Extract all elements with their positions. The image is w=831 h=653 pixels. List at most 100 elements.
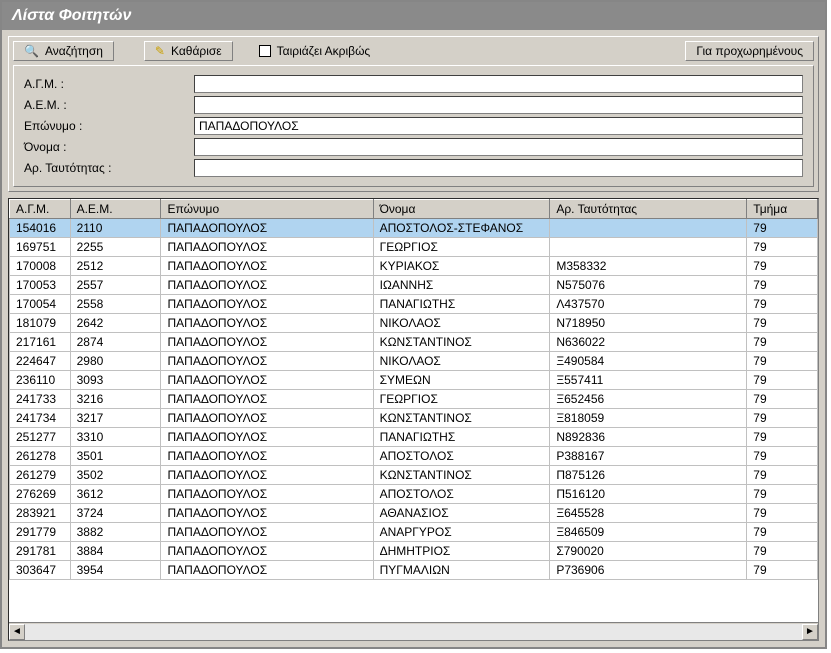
cell-onoma: ΓΕΩΡΓΙΟΣ — [373, 238, 550, 257]
table-row[interactable]: 2839213724ΠΑΠΑΔΟΠΟΥΛΟΣΑΘΑΝΑΣΙΟΣΞ64552879 — [10, 504, 818, 523]
table-row[interactable]: 2361103093ΠΑΠΑΔΟΠΟΥΛΟΣΣΥΜΕΩΝΞ55741179 — [10, 371, 818, 390]
col-ar-taut[interactable]: Αρ. Ταυτότητας — [550, 200, 747, 219]
col-onoma[interactable]: Όνομα — [373, 200, 550, 219]
cell-tmima: 79 — [747, 390, 818, 409]
col-tmima[interactable]: Τμήμα — [747, 200, 818, 219]
table-row[interactable]: 2417333216ΠΑΠΑΔΟΠΟΥΛΟΣΓΕΩΡΓΙΟΣΞ65245679 — [10, 390, 818, 409]
cell-aem: 2642 — [70, 314, 161, 333]
search-icon: 🔍 — [24, 44, 39, 58]
cell-agm: 224647 — [10, 352, 71, 371]
cell-ar_taut: Ν636022 — [550, 333, 747, 352]
table-row[interactable]: 2246472980ΠΑΠΑΔΟΠΟΥΛΟΣΝΙΚΟΛΑΟΣΞ49058479 — [10, 352, 818, 371]
cell-onoma: ΠΑΝΑΓΙΩΤΗΣ — [373, 428, 550, 447]
cell-agm: 236110 — [10, 371, 71, 390]
cell-aem: 2557 — [70, 276, 161, 295]
cell-ar_taut: Ρ388167 — [550, 447, 747, 466]
cell-onoma: ΝΙΚΟΛΑΟΣ — [373, 352, 550, 371]
cell-aem: 3216 — [70, 390, 161, 409]
exact-match-checkbox[interactable]: Ταιριάζει Ακριβώς — [259, 44, 371, 58]
scroll-right-icon[interactable]: ► — [802, 624, 818, 640]
cell-tmima: 79 — [747, 257, 818, 276]
cell-agm: 291781 — [10, 542, 71, 561]
table-row[interactable]: 2762693612ΠΑΠΑΔΟΠΟΥΛΟΣΑΠΟΣΤΟΛΟΣΠ51612079 — [10, 485, 818, 504]
table-row[interactable]: 2417343217ΠΑΠΑΔΟΠΟΥΛΟΣΚΩΝΣΤΑΝΤΙΝΟΣΞ81805… — [10, 409, 818, 428]
table-row[interactable]: 1540162110ΠΑΠΑΔΟΠΟΥΛΟΣΑΠΟΣΤΟΛΟΣ-ΣΤΕΦΑΝΟΣ… — [10, 219, 818, 238]
cell-eponimo: ΠΑΠΑΔΟΠΟΥΛΟΣ — [161, 485, 373, 504]
cell-aem: 3310 — [70, 428, 161, 447]
cell-agm: 261278 — [10, 447, 71, 466]
onoma-input[interactable] — [194, 138, 803, 156]
cell-aem: 2255 — [70, 238, 161, 257]
cell-onoma: ΑΠΟΣΤΟΛΟΣ — [373, 485, 550, 504]
cell-agm: 283921 — [10, 504, 71, 523]
agm-input[interactable] — [194, 75, 803, 93]
cell-agm: 241733 — [10, 390, 71, 409]
cell-ar_taut — [550, 238, 747, 257]
student-list-window: Λίστα Φοιτητών 🔍 Αναζήτηση ✎ Καθάρισε Τα… — [0, 0, 827, 649]
scroll-track[interactable] — [25, 624, 802, 640]
cell-aem: 3501 — [70, 447, 161, 466]
table-row[interactable]: 3036473954ΠΑΠΑΔΟΠΟΥΛΟΣΠΥΓΜΑΛΙΩΝΡ73690679 — [10, 561, 818, 580]
table-row[interactable]: 1810792642ΠΑΠΑΔΟΠΟΥΛΟΣΝΙΚΟΛΑΟΣΝ71895079 — [10, 314, 818, 333]
aem-label: Α.Ε.Μ. : — [24, 98, 194, 112]
cell-ar_taut: Π516120 — [550, 485, 747, 504]
table-row[interactable]: 2512773310ΠΑΠΑΔΟΠΟΥΛΟΣΠΑΝΑΓΙΩΤΗΣΝ8928367… — [10, 428, 818, 447]
cell-eponimo: ΠΑΠΑΔΟΠΟΥΛΟΣ — [161, 314, 373, 333]
cell-ar_taut: Ν892836 — [550, 428, 747, 447]
table-row[interactable]: 1700532557ΠΑΠΑΔΟΠΟΥΛΟΣΙΩΑΝΝΗΣΝ57507679 — [10, 276, 818, 295]
cell-eponimo: ΠΑΠΑΔΟΠΟΥΛΟΣ — [161, 561, 373, 580]
cell-agm: 261279 — [10, 466, 71, 485]
cell-tmima: 79 — [747, 295, 818, 314]
table-row[interactable]: 2171612874ΠΑΠΑΔΟΠΟΥΛΟΣΚΩΝΣΤΑΝΤΙΝΟΣΝ63602… — [10, 333, 818, 352]
cell-agm: 291779 — [10, 523, 71, 542]
table-empty-area — [9, 580, 818, 622]
ar-taut-input[interactable] — [194, 159, 803, 177]
cell-eponimo: ΠΑΠΑΔΟΠΟΥΛΟΣ — [161, 447, 373, 466]
eponimo-input[interactable] — [194, 117, 803, 135]
cell-onoma: ΠΥΓΜΑΛΙΩΝ — [373, 561, 550, 580]
cell-agm: 276269 — [10, 485, 71, 504]
scroll-left-icon[interactable]: ◄ — [9, 624, 25, 640]
cell-onoma: ΠΑΝΑΓΙΩΤΗΣ — [373, 295, 550, 314]
col-agm[interactable]: Α.Γ.Μ. — [10, 200, 71, 219]
filter-panel: Α.Γ.Μ. : Α.Ε.Μ. : Επώνυμο : Όνομα : Αρ. … — [13, 65, 814, 187]
table-row[interactable]: 2917813884ΠΑΠΑΔΟΠΟΥΛΟΣΔΗΜΗΤΡΙΟΣΣ79002079 — [10, 542, 818, 561]
cell-onoma: ΣΥΜΕΩΝ — [373, 371, 550, 390]
aem-input[interactable] — [194, 96, 803, 114]
ar-taut-label: Αρ. Ταυτότητας : — [24, 161, 194, 175]
cell-agm: 154016 — [10, 219, 71, 238]
cell-tmima: 79 — [747, 314, 818, 333]
cell-tmima: 79 — [747, 447, 818, 466]
col-aem[interactable]: Α.Ε.Μ. — [70, 200, 161, 219]
table-row[interactable]: 1697512255ΠΑΠΑΔΟΠΟΥΛΟΣΓΕΩΡΓΙΟΣ79 — [10, 238, 818, 257]
table-row[interactable]: 2917793882ΠΑΠΑΔΟΠΟΥΛΟΣΑΝΑΡΓΥΡΟΣΞ84650979 — [10, 523, 818, 542]
advanced-button[interactable]: Για προχωρημένους — [685, 41, 814, 61]
exact-match-label: Ταιριάζει Ακριβώς — [277, 44, 371, 58]
advanced-button-label: Για προχωρημένους — [696, 44, 803, 58]
eraser-icon: ✎ — [155, 44, 165, 58]
table-row[interactable]: 2612793502ΠΑΠΑΔΟΠΟΥΛΟΣΚΩΝΣΤΑΝΤΙΝΟΣΠ87512… — [10, 466, 818, 485]
cell-onoma: ΚΩΝΣΤΑΝΤΙΝΟΣ — [373, 333, 550, 352]
table-row[interactable]: 1700542558ΠΑΠΑΔΟΠΟΥΛΟΣΠΑΝΑΓΙΩΤΗΣΛ4375707… — [10, 295, 818, 314]
cell-tmima: 79 — [747, 276, 818, 295]
cell-onoma: ΑΘΑΝΑΣΙΟΣ — [373, 504, 550, 523]
cell-ar_taut: Λ437570 — [550, 295, 747, 314]
cell-agm: 217161 — [10, 333, 71, 352]
horizontal-scrollbar[interactable]: ◄ ► — [9, 622, 818, 640]
cell-aem: 3724 — [70, 504, 161, 523]
toolbar-and-filters: 🔍 Αναζήτηση ✎ Καθάρισε Ταιριάζει Ακριβώς… — [8, 36, 819, 192]
col-eponimo[interactable]: Επώνυμο — [161, 200, 373, 219]
clear-button[interactable]: ✎ Καθάρισε — [144, 41, 233, 61]
table-header-row: Α.Γ.Μ. Α.Ε.Μ. Επώνυμο Όνομα Αρ. Ταυτότητ… — [10, 200, 818, 219]
agm-label: Α.Γ.Μ. : — [24, 77, 194, 91]
cell-aem: 3882 — [70, 523, 161, 542]
table-row[interactable]: 1700082512ΠΑΠΑΔΟΠΟΥΛΟΣΚΥΡΙΑΚΟΣΜ35833279 — [10, 257, 818, 276]
cell-ar_taut: Ξ846509 — [550, 523, 747, 542]
table-row[interactable]: 2612783501ΠΑΠΑΔΟΠΟΥΛΟΣΑΠΟΣΤΟΛΟΣΡ38816779 — [10, 447, 818, 466]
cell-aem: 3954 — [70, 561, 161, 580]
cell-eponimo: ΠΑΠΑΔΟΠΟΥΛΟΣ — [161, 466, 373, 485]
cell-ar_taut: Π875126 — [550, 466, 747, 485]
cell-agm: 170053 — [10, 276, 71, 295]
cell-onoma: ΔΗΜΗΤΡΙΟΣ — [373, 542, 550, 561]
search-button[interactable]: 🔍 Αναζήτηση — [13, 41, 114, 61]
